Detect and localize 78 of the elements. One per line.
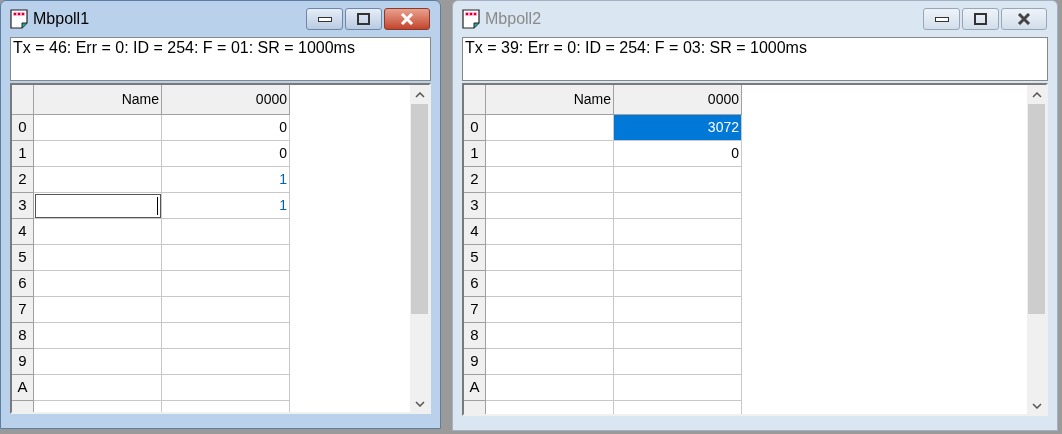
window-title: Mbpoll1 <box>33 9 91 29</box>
value-cell[interactable] <box>614 219 742 245</box>
value-cell[interactable] <box>162 375 290 401</box>
row-header[interactable]: 0 <box>12 115 34 141</box>
row-header[interactable]: 6 <box>464 271 486 297</box>
column-header[interactable]: Name <box>34 85 162 115</box>
value-cell[interactable] <box>162 323 290 349</box>
app-icon <box>9 9 29 29</box>
value-cell[interactable] <box>614 297 742 323</box>
row-header[interactable]: A <box>464 375 486 401</box>
vertical-scrollbar[interactable] <box>410 85 429 412</box>
value-cell[interactable] <box>614 271 742 297</box>
window-title: Mbpoll2 <box>485 9 543 29</box>
value-cell[interactable] <box>614 375 742 401</box>
vertical-scrollbar[interactable] <box>1027 85 1046 414</box>
row-header[interactable]: 1 <box>464 141 486 167</box>
scroll-down-icon[interactable] <box>414 401 425 407</box>
column-header[interactable]: Name <box>486 85 614 115</box>
row-header[interactable]: A <box>12 375 34 401</box>
value-cell[interactable] <box>614 245 742 271</box>
row-header[interactable]: 3 <box>12 193 34 219</box>
text-cursor <box>157 196 158 215</box>
minimize-icon <box>317 16 332 22</box>
maximize-icon <box>357 13 370 25</box>
corner-cell <box>12 85 34 115</box>
name-cell[interactable] <box>34 193 162 219</box>
scroll-thumb[interactable] <box>1028 104 1045 314</box>
scroll-down-icon[interactable] <box>1031 403 1042 409</box>
column-header[interactable]: 0000 <box>614 85 742 115</box>
value-cell[interactable] <box>614 349 742 375</box>
row-header[interactable]: 6 <box>12 271 34 297</box>
row-header[interactable]: 5 <box>464 245 486 271</box>
minimize-icon <box>934 16 949 22</box>
maximize-button[interactable] <box>345 8 382 30</box>
value-cell[interactable]: 1 <box>162 167 290 193</box>
value-cell[interactable] <box>614 323 742 349</box>
scroll-thumb[interactable] <box>411 104 428 314</box>
value-cell[interactable]: 3072 <box>614 115 742 141</box>
value-cell[interactable]: 0 <box>162 115 290 141</box>
value-cell[interactable] <box>614 193 742 219</box>
close-button[interactable] <box>1001 8 1047 30</box>
corner-cell <box>464 85 486 115</box>
value-cell[interactable] <box>162 219 290 245</box>
scroll-up-icon[interactable] <box>1031 92 1042 98</box>
value-cell[interactable]: 0 <box>614 141 742 167</box>
row-header[interactable]: 1 <box>12 141 34 167</box>
row-header[interactable]: 2 <box>464 167 486 193</box>
scroll-up-icon[interactable] <box>414 92 425 98</box>
row-header[interactable]: 0 <box>464 115 486 141</box>
value-cell[interactable]: 0 <box>162 141 290 167</box>
close-button[interactable] <box>384 8 430 30</box>
row-header[interactable]: 8 <box>464 323 486 349</box>
close-icon <box>1017 13 1031 25</box>
maximize-button[interactable] <box>962 8 999 30</box>
close-icon <box>400 13 414 25</box>
value-cell[interactable] <box>162 271 290 297</box>
row-header[interactable]: 8 <box>12 323 34 349</box>
status-box: Tx = 46: Err = 0: ID = 254: F = 01: SR = 1000ms <box>10 37 431 81</box>
status-box: Tx = 39: Err = 0: ID = 254: F = 03: SR = 1000ms <box>462 37 1048 81</box>
value-cell[interactable] <box>162 245 290 271</box>
row-header[interactable]: 2 <box>12 167 34 193</box>
row-header[interactable]: 3 <box>464 193 486 219</box>
maximize-icon <box>974 13 987 25</box>
row-header[interactable]: 4 <box>464 219 486 245</box>
value-cell[interactable]: 1 <box>162 193 290 219</box>
value-cell[interactable] <box>162 297 290 323</box>
row-header[interactable]: 7 <box>464 297 486 323</box>
row-header[interactable]: 7 <box>12 297 34 323</box>
column-header[interactable]: 0000 <box>162 85 290 115</box>
row-header[interactable]: 9 <box>464 349 486 375</box>
row-header[interactable]: 9 <box>12 349 34 375</box>
minimize-button[interactable] <box>306 8 343 30</box>
row-header[interactable]: 4 <box>12 219 34 245</box>
app-icon <box>461 9 481 29</box>
value-cell[interactable] <box>162 349 290 375</box>
minimize-button[interactable] <box>923 8 960 30</box>
row-header[interactable]: 5 <box>12 245 34 271</box>
value-cell[interactable] <box>614 167 742 193</box>
